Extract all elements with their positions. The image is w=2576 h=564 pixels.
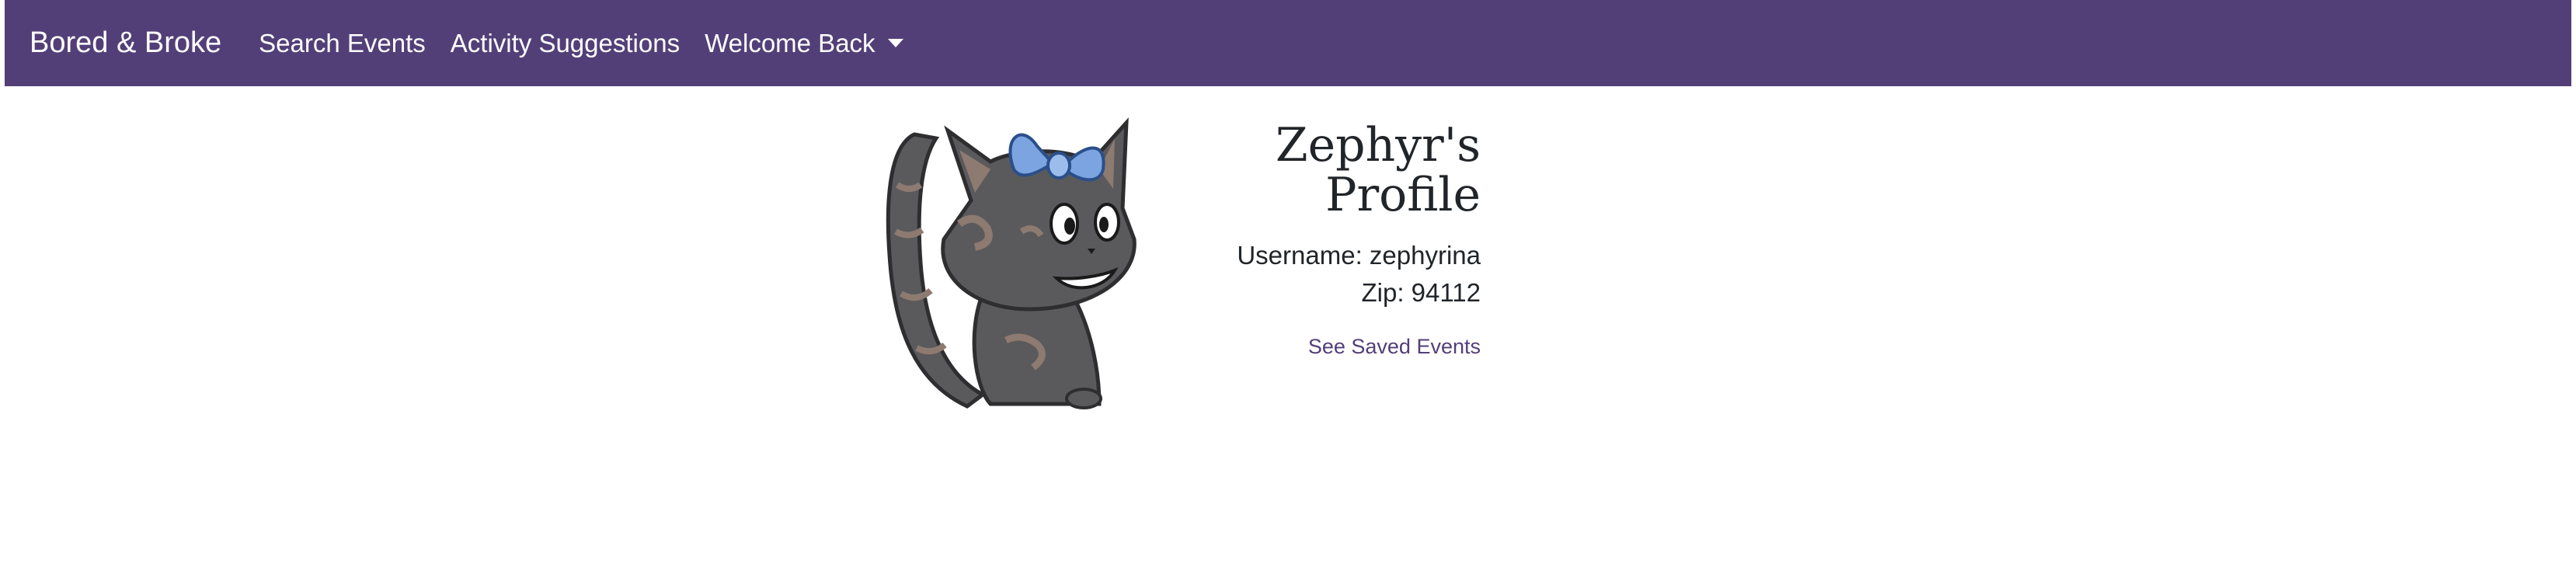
top-navbar: Bored & Broke Search Events Activity Sug… xyxy=(5,0,2571,86)
profile-avatar xyxy=(866,115,1161,413)
see-saved-events-link[interactable]: See Saved Events xyxy=(1165,335,1481,359)
nav-search-events[interactable]: Search Events xyxy=(259,29,426,58)
brand-link[interactable]: Bored & Broke xyxy=(30,26,221,60)
welcome-label: Welcome Back xyxy=(705,28,875,57)
zip-label: Zip: xyxy=(1361,278,1405,307)
zip-row: Zip: 94112 xyxy=(1165,274,1481,312)
nav-activity-suggestions[interactable]: Activity Suggestions xyxy=(451,29,680,58)
title-line-profile: Profile xyxy=(1325,168,1481,222)
caret-down-icon xyxy=(887,39,903,47)
username-label: Username: xyxy=(1237,241,1363,270)
page-title: Zephyr's Profile xyxy=(1165,120,1481,220)
username-row: Username: zephyrina xyxy=(1165,237,1481,274)
title-line-name: Zephyr's xyxy=(1275,118,1481,172)
welcome-dropdown[interactable]: Welcome Back xyxy=(705,29,903,58)
zip-value: 94112 xyxy=(1411,278,1481,307)
username-value: zephyrina xyxy=(1369,241,1481,270)
profile-info: Zephyr's Profile Username: zephyrina Zip… xyxy=(1165,120,1481,359)
